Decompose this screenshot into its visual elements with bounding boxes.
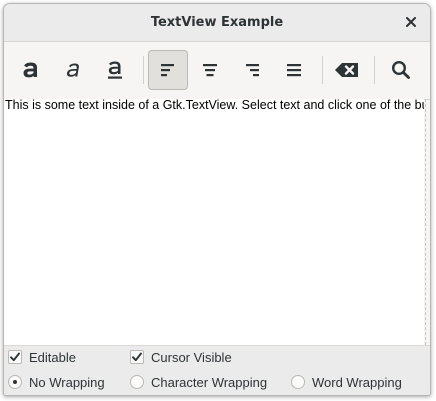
cursor-visible-checkbox[interactable]: Cursor Visible: [130, 347, 232, 367]
cursor-visible-label: Cursor Visible: [151, 349, 232, 365]
format-justify-fill-icon: [287, 64, 301, 77]
formatting-toolbar: [4, 42, 430, 100]
format-text-bold-icon: [23, 62, 37, 78]
no-wrapping-radio-circle[interactable]: [8, 375, 22, 389]
no-wrapping-label: No Wrapping: [29, 374, 105, 390]
search-button[interactable]: [381, 50, 421, 90]
edit-clear-icon: [335, 63, 358, 77]
text-view-content[interactable]: This is some text inside of a Gtk.TextVi…: [5, 99, 424, 112]
bold-button[interactable]: [11, 50, 51, 90]
toolbar-separator: [322, 56, 323, 84]
close-button[interactable]: [402, 13, 420, 31]
justify-center-button[interactable]: [190, 50, 230, 90]
format-justify-center-icon: [203, 64, 217, 77]
textview-example-window: TextView Example This is some text insid…: [3, 3, 431, 396]
word-wrapping-radio[interactable]: Word Wrapping: [291, 372, 402, 392]
italic-button[interactable]: [53, 50, 93, 90]
justify-fill-button[interactable]: [274, 50, 314, 90]
window-title: TextView Example: [150, 15, 284, 30]
editable-checkbox[interactable]: Editable: [8, 347, 76, 367]
word-wrapping-label: Word Wrapping: [312, 374, 402, 390]
justify-right-button[interactable]: [232, 50, 272, 90]
character-wrapping-radio-circle[interactable]: [130, 375, 144, 389]
character-wrapping-label: Character Wrapping: [151, 374, 268, 390]
search-icon: [391, 60, 410, 79]
checkmark-icon: [132, 352, 142, 362]
checkmark-icon: [10, 352, 20, 362]
title-bar[interactable]: TextView Example: [4, 4, 430, 42]
toolbar-separator: [374, 56, 375, 84]
justify-left-button[interactable]: [148, 50, 188, 90]
clear-formatting-button[interactable]: [327, 50, 367, 90]
text-view-edge: [425, 99, 426, 345]
format-text-italic-icon: [66, 63, 79, 77]
editable-check-box[interactable]: [8, 350, 22, 364]
format-text-underline-icon: [108, 61, 122, 79]
underline-button[interactable]: [95, 50, 135, 90]
editable-label: Editable: [29, 349, 76, 365]
cursor-visible-check-box[interactable]: [130, 350, 144, 364]
text-view[interactable]: This is some text inside of a Gtk.TextVi…: [4, 99, 424, 345]
toolbar-separator: [143, 56, 144, 84]
character-wrapping-radio[interactable]: Character Wrapping: [130, 372, 267, 392]
no-wrapping-radio[interactable]: No Wrapping: [8, 372, 105, 392]
close-icon: [406, 17, 416, 27]
format-justify-right-icon: [246, 64, 259, 77]
format-justify-left-icon: [161, 64, 174, 77]
word-wrapping-radio-circle[interactable]: [291, 375, 305, 389]
options-panel: Editable Cursor Visible No Wrapping Char…: [4, 345, 430, 395]
